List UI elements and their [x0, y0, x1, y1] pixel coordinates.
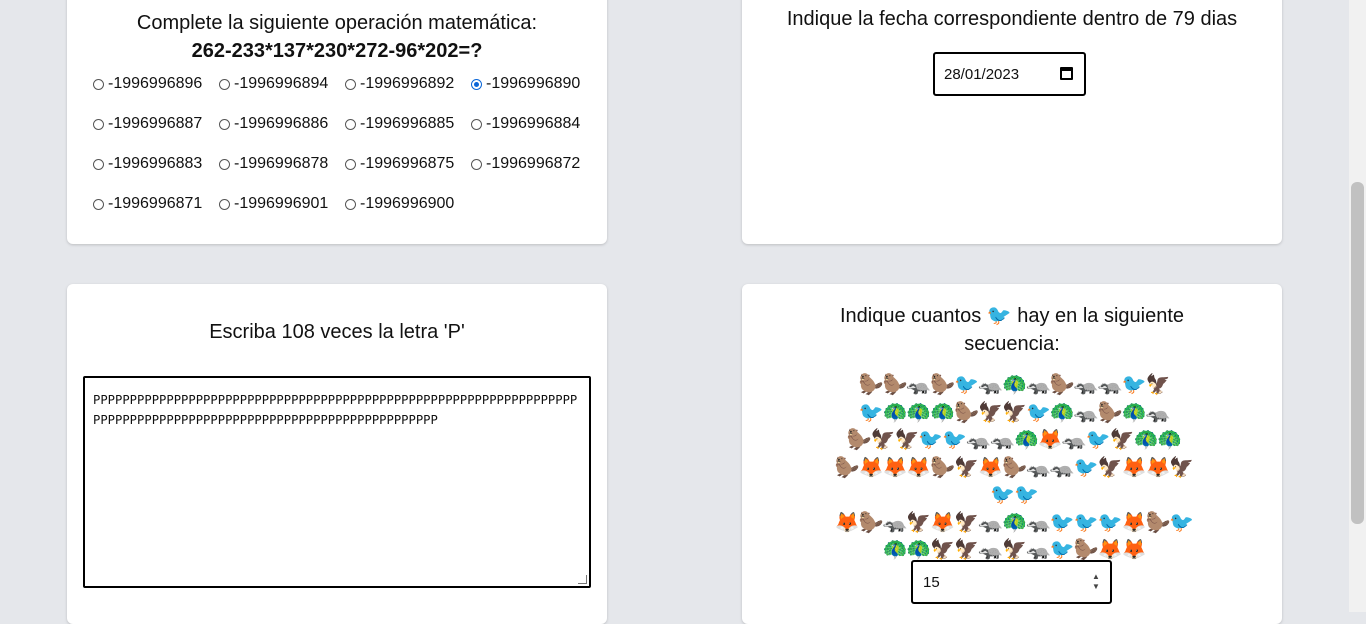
option-radio[interactable]: -1996996900 [345, 194, 454, 214]
date-value: 28/01/2023 [944, 65, 1020, 83]
option-radio[interactable]: -1996996892 [345, 74, 454, 94]
count-value: 15 [923, 573, 940, 591]
option-radio[interactable]: -1996996883 [93, 154, 202, 174]
option-label: -1996996872 [486, 155, 581, 172]
emoji-line: 🦫🦫🦡🦫🐦🦡🦚🦡🦫🦡🦡🐦🦅 [858, 374, 1171, 396]
radio-button[interactable] [219, 198, 230, 210]
option-radio[interactable]: -1996996884 [471, 114, 580, 134]
emoji-sequence: 🦫🦫🦡🦫🐦🦡🦚🦡🦫🦡🦡🐦🦅 🐦🦚🦚🦚🦫🦅🦅🐦🦚🦡🦫🦚🦡 🦫🦅🦅🐦🐦🦡🦡🦚🦊🦡🐦🦅🦚🦚… [824, 372, 1204, 565]
scrollbar-thumb[interactable] [1351, 182, 1364, 524]
text-question-title: Escriba 108 veces la letra 'P' [209, 321, 465, 343]
option-label: -1996996878 [234, 155, 329, 172]
radio-button[interactable] [471, 118, 482, 130]
count-input[interactable]: 15 ▲ ▼ [911, 560, 1112, 604]
option-label: -1996996887 [108, 115, 203, 132]
emoji-question-title: Indique cuantos 🐦 hay en la siguiente se… [839, 305, 1185, 355]
radio-button[interactable] [219, 158, 230, 170]
date-question-card: Indique la fecha correspondiente dentro … [742, 0, 1282, 244]
option-radio[interactable]: -1996996890 [471, 74, 580, 94]
option-radio[interactable]: -1996996875 [345, 154, 454, 174]
math-expression: 262-233*137*230*272-96*202=? [191, 40, 483, 62]
option-label: -1996996884 [486, 115, 581, 132]
option-label: -1996996885 [360, 115, 455, 132]
option-label: -1996996886 [234, 115, 329, 132]
emoji-question-card: Indique cuantos 🐦 hay en la siguiente se… [742, 284, 1282, 624]
emoji-line: 🦊🦫🦡🦅🦊🦅🦡🦚🦡🐦🐦🐦🦊🦫🐦 [834, 511, 1195, 534]
textarea-value: PPPPPPPPPPPPPPPPPPPPPPPPPPPPPPPPPPPPPPPP… [93, 393, 578, 427]
radio-button[interactable] [93, 78, 104, 90]
option-label: -1996996883 [108, 155, 203, 172]
option-radio[interactable]: -1996996878 [219, 154, 328, 174]
option-radio[interactable]: -1996996871 [93, 194, 202, 214]
option-radio[interactable]: -1996996887 [93, 114, 202, 134]
option-radio[interactable]: -1996996896 [93, 74, 202, 94]
option-label: -1996996900 [360, 195, 455, 212]
option-label: -1996996890 [486, 75, 581, 92]
radio-button[interactable] [345, 198, 356, 210]
option-label: -1996996896 [108, 75, 203, 92]
option-label: -1996996894 [234, 75, 329, 92]
emoji-line: 🦫🦅🦅🐦🐦🦡🦡🦚🦊🦡🐦🦅🦚🦚 [846, 429, 1183, 451]
option-radio[interactable]: -1996996894 [219, 74, 328, 94]
radio-button[interactable] [471, 78, 482, 90]
radio-button[interactable] [93, 198, 104, 210]
radio-button[interactable] [93, 158, 104, 170]
radio-button[interactable] [345, 118, 356, 130]
option-radio[interactable]: -1996996901 [219, 194, 328, 214]
math-question-title: Complete la siguiente operación matemáti… [136, 12, 538, 34]
calendar-icon[interactable] [1060, 67, 1073, 80]
emoji-line: 🦫🦊🦊🦊🦫🦅🦊🦫🦡🦡🐦🦅🦊🦊🦅🐦🐦 [834, 456, 1195, 507]
option-label: -1996996875 [360, 155, 455, 172]
option-label: -1996996892 [360, 75, 455, 92]
math-question-card: Complete la siguiente operación matemáti… [67, 0, 607, 244]
option-radio[interactable]: -1996996872 [471, 154, 580, 174]
radio-button[interactable] [219, 118, 230, 130]
radio-button[interactable] [345, 158, 356, 170]
date-question-title: Indique la fecha correspondiente dentro … [786, 8, 1238, 30]
option-radio[interactable]: -1996996886 [219, 114, 328, 134]
scrollbar[interactable] [1349, 0, 1366, 612]
emoji-line: 🐦🦚🦚🦚🦫🦅🦅🐦🦚🦡🦫🦚🦡 [858, 401, 1171, 424]
option-radio[interactable]: -1996996885 [345, 114, 454, 134]
resize-handle-icon[interactable] [578, 575, 587, 584]
radio-button[interactable] [93, 118, 104, 130]
radio-button[interactable] [471, 158, 482, 170]
date-input[interactable]: 28/01/2023 [933, 52, 1086, 96]
radio-button[interactable] [345, 78, 356, 90]
radio-button[interactable] [219, 78, 230, 90]
text-question-card: Escriba 108 veces la letra 'P' PPPPPPPPP… [67, 284, 607, 624]
option-label: -1996996871 [108, 195, 203, 212]
letters-textarea[interactable]: PPPPPPPPPPPPPPPPPPPPPPPPPPPPPPPPPPPPPPPP… [83, 376, 591, 588]
spinner-icon[interactable]: ▲ ▼ [1090, 572, 1102, 592]
option-label: -1996996901 [234, 195, 329, 212]
